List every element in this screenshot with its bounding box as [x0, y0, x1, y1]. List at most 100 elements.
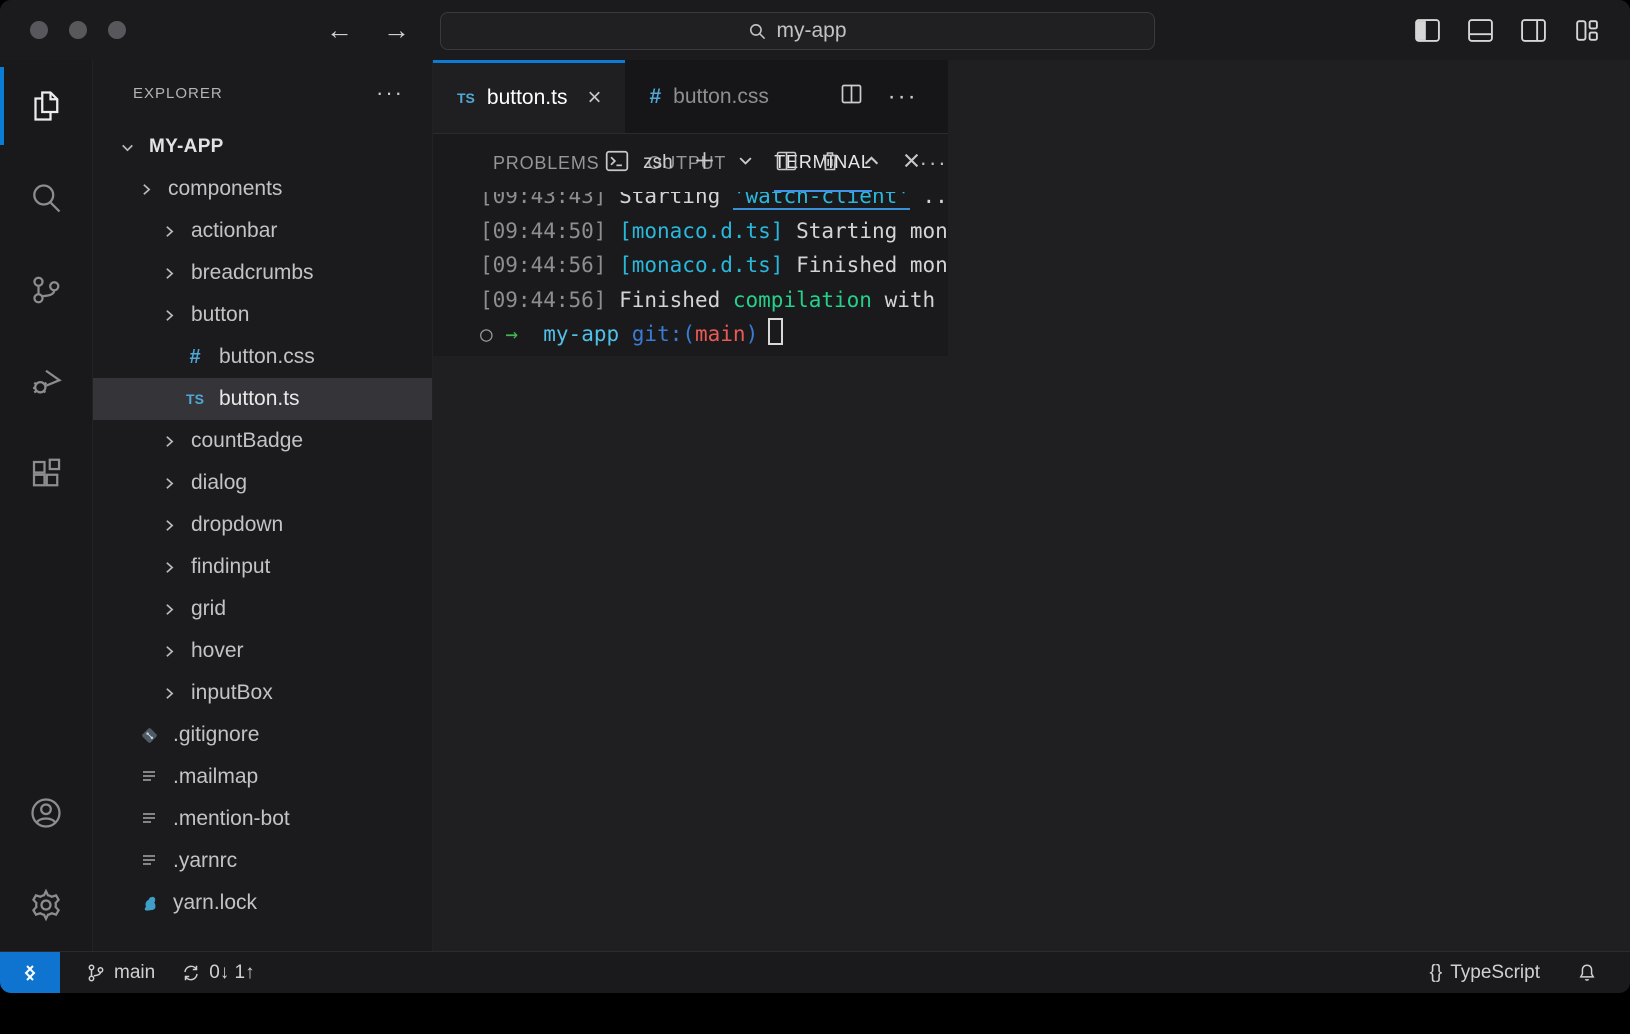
chevron-right-icon	[161, 685, 178, 702]
panel-tab-problems[interactable]: PROBLEMS	[493, 134, 599, 192]
tree-item-findinput[interactable]: findinput	[93, 546, 432, 588]
tree-item-breadcrumbs[interactable]: breadcrumbs	[93, 252, 432, 294]
tree-item-dropdown[interactable]: dropdown	[93, 504, 432, 546]
history-nav: ← →	[326, 17, 410, 44]
tree-item-inputBox[interactable]: inputBox	[93, 672, 432, 714]
tree-root-my-app[interactable]: MY-APP	[93, 126, 432, 168]
explorer-more-actions-icon[interactable]: ···	[376, 89, 404, 98]
tab-button.css[interactable]: #button.css	[625, 60, 792, 133]
tree-item-label: .mention-bot	[173, 807, 290, 831]
tree-item-button[interactable]: button	[93, 294, 432, 336]
close-panel-icon[interactable]	[901, 150, 922, 176]
close-window-button[interactable]	[30, 21, 48, 39]
editor-more-actions-icon[interactable]: ···	[888, 83, 918, 111]
close-tab-icon[interactable]: ×	[587, 84, 601, 112]
terminal-token: my-app	[543, 322, 619, 346]
terminal-token	[493, 322, 506, 346]
search-sidebar-icon[interactable]	[0, 152, 93, 244]
tree-item-countBadge[interactable]: countBadge	[93, 420, 432, 462]
tree-item-.yarnrc[interactable]: .yarnrc	[93, 840, 432, 882]
title-bar: ← → my-app	[0, 0, 1630, 60]
terminal-icon	[604, 149, 630, 178]
branch-icon	[86, 963, 106, 983]
chevron-right-icon	[138, 181, 155, 198]
language-mode-label: TypeScript	[1450, 962, 1540, 984]
back-icon[interactable]: ←	[326, 17, 353, 44]
chevron-right-icon	[161, 265, 178, 282]
chevron-right-icon	[161, 601, 178, 618]
minimize-window-button[interactable]	[69, 21, 87, 39]
chevron-down-icon	[119, 139, 136, 156]
terminal-line: [09:44:50] [monaco.d.ts] Starting monaco…	[480, 214, 948, 249]
tree-item-label: breadcrumbs	[191, 261, 314, 285]
css-file-icon: #	[184, 346, 206, 369]
explorer-icon[interactable]	[0, 60, 93, 152]
source-control-icon[interactable]	[0, 244, 93, 336]
run-debug-icon[interactable]	[0, 336, 93, 428]
toggle-panel-icon[interactable]	[1467, 18, 1494, 43]
terminal-token: ...	[910, 192, 948, 208]
explorer-sidebar: EXPLORER ··· MY-APP components actionbar b…	[93, 60, 433, 951]
command-center-search[interactable]: my-app	[440, 12, 1155, 50]
tree-item-label: .mailmap	[173, 765, 258, 789]
language-mode-item[interactable]: {} TypeScript	[1430, 962, 1540, 984]
tree-item-.mention-bot[interactable]: .mention-bot	[93, 798, 432, 840]
remote-indicator[interactable]	[0, 952, 60, 994]
tree-item-label: hover	[191, 639, 244, 663]
git-file-icon	[138, 726, 160, 745]
chevron-right-icon	[161, 517, 178, 534]
terminal-token: [09:44:50]	[480, 219, 606, 243]
tree-item-.gitignore[interactable]: .gitignore	[93, 714, 432, 756]
tab-label: button.ts	[487, 86, 568, 110]
tree-item-button.ts[interactable]: TSbutton.ts	[93, 378, 432, 420]
activity-bar	[0, 60, 93, 951]
terminal-token	[619, 322, 632, 346]
terminal-dropdown-chevron-icon[interactable]	[736, 151, 755, 175]
customize-layout-icon[interactable]	[1573, 18, 1600, 43]
split-editor-icon[interactable]	[839, 82, 864, 111]
toggle-sidebar-icon[interactable]	[1414, 18, 1441, 43]
forward-icon[interactable]: →	[383, 17, 410, 44]
toggle-secondary-sidebar-icon[interactable]	[1520, 18, 1547, 43]
status-bar: main 0↓ 1↑ {} TypeScript	[0, 951, 1630, 993]
accounts-icon[interactable]	[0, 767, 93, 859]
terminal-token	[518, 322, 543, 346]
tree-item-label: inputBox	[191, 681, 273, 705]
layout-controls	[1414, 0, 1600, 60]
tree-item-.mailmap[interactable]: .mailmap	[93, 756, 432, 798]
chevron-right-icon	[161, 475, 178, 492]
typescript-file-icon: TS	[457, 90, 475, 106]
tree-item-grid[interactable]: grid	[93, 588, 432, 630]
tree-item-hover[interactable]: hover	[93, 630, 432, 672]
split-terminal-icon[interactable]	[774, 149, 799, 178]
panel-more-icon[interactable]: ···	[920, 150, 948, 176]
sidebar-header: EXPLORER ···	[93, 60, 432, 126]
text-file-icon	[138, 810, 160, 828]
new-terminal-icon[interactable]	[692, 148, 717, 178]
tree-item-dialog[interactable]: dialog	[93, 462, 432, 504]
tree-item-yarn.lock[interactable]: yarn.lock	[93, 882, 432, 924]
tree-item-label: actionbar	[191, 219, 277, 243]
search-value: my-app	[776, 19, 846, 43]
tree-item-button.css[interactable]: #button.css	[93, 336, 432, 378]
notifications-bell-icon[interactable]	[1576, 962, 1598, 984]
branch-status-item[interactable]: main	[86, 962, 155, 984]
tree-item-label: countBadge	[191, 429, 303, 453]
yarn-file-icon	[138, 894, 160, 913]
extensions-icon[interactable]	[0, 428, 93, 520]
terminal-token	[606, 253, 619, 277]
settings-gear-icon[interactable]	[0, 859, 93, 951]
zoom-window-button[interactable]	[108, 21, 126, 39]
tab-button.ts[interactable]: TS button.ts ×	[433, 60, 625, 133]
shell-name-label[interactable]: zsh	[643, 152, 673, 174]
ts-file-icon: TS	[184, 391, 206, 407]
kill-terminal-trash-icon[interactable]	[818, 149, 842, 178]
tree-item-actionbar[interactable]: actionbar	[93, 210, 432, 252]
tree-item-label: yarn.lock	[173, 891, 257, 915]
sync-status-item[interactable]: 0↓ 1↑	[181, 962, 254, 984]
terminal-output[interactable]: [09:43:43] Starting 'watch-client' ...[0…	[433, 192, 948, 356]
window-controls	[30, 21, 126, 39]
terminal-token: Starting monaco.d.ts generation	[783, 219, 947, 243]
maximize-panel-chevron-icon[interactable]	[861, 150, 882, 176]
tree-item-components[interactable]: components	[93, 168, 432, 210]
